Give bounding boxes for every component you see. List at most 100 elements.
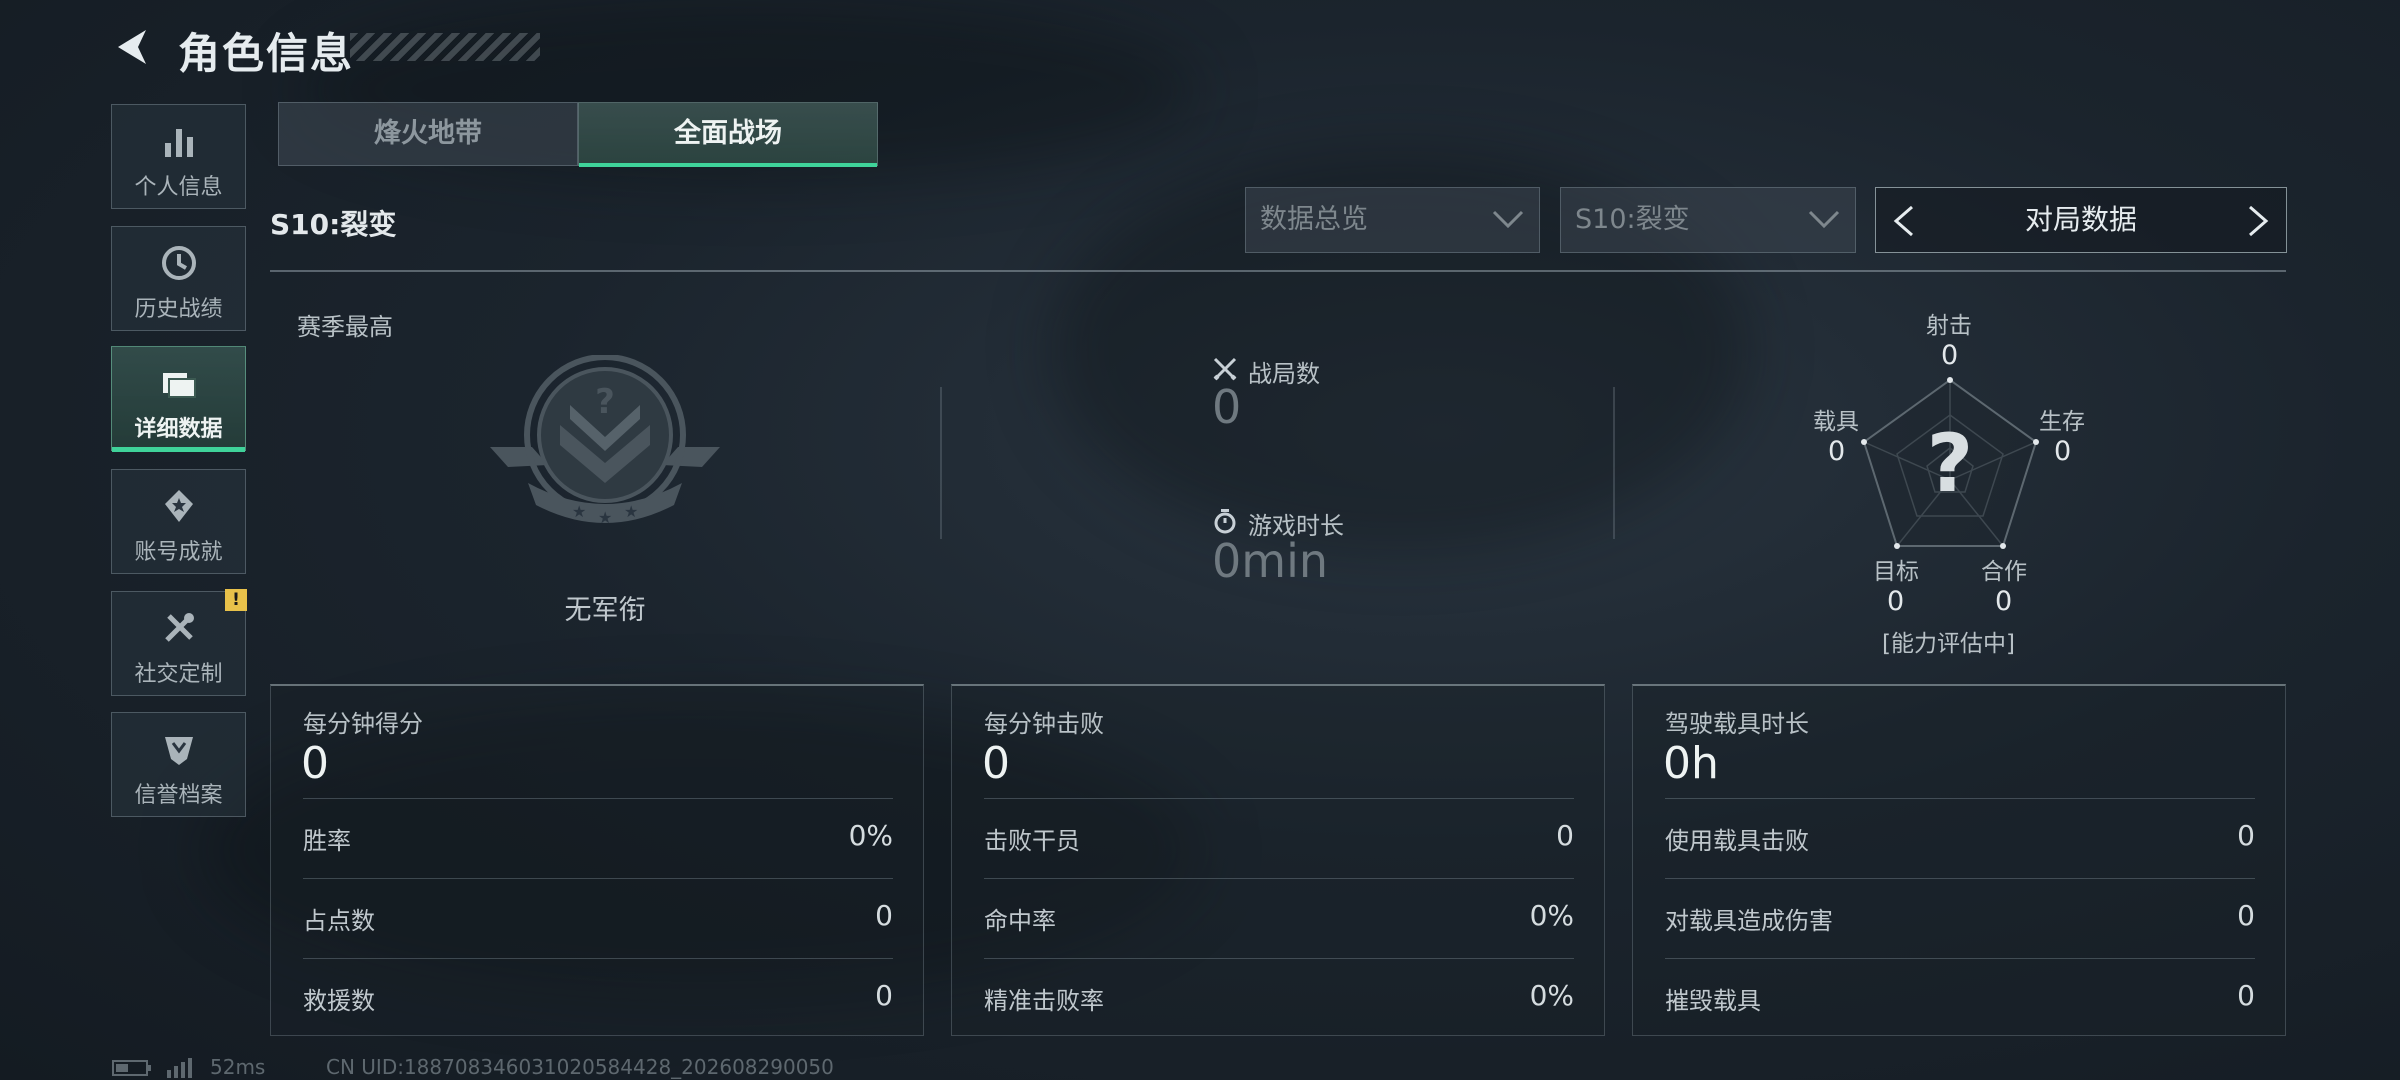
stat-value: 0 (875, 899, 893, 932)
card-value: 0 (982, 738, 1010, 789)
stat-row: 胜率 0% (303, 798, 893, 879)
stat-label: 救援数 (303, 987, 375, 1015)
divider (270, 270, 2286, 272)
playtime-value: 0min (1212, 534, 1329, 588)
sidebar-item-credit-profile[interactable]: 信誉档案 (111, 712, 246, 817)
radar-value-vehicle: 0 (1828, 436, 1846, 467)
sidebar-item-label: 信誉档案 (134, 783, 223, 808)
dropdown-value: 数据总览 (1260, 204, 1368, 235)
kills-card: 每分钟击败 0 击败干员 0 命中率 0% 精准击败率 0% (951, 684, 1605, 1036)
stat-label: 对载具造成伤害 (1665, 907, 1833, 935)
stat-label: 胜率 (303, 827, 351, 855)
ping-value: 52ms (210, 1055, 266, 1079)
card-title: 每分钟击败 (984, 710, 1104, 738)
folders-icon (163, 373, 196, 398)
svg-text:?: ? (595, 382, 615, 422)
radar-unknown-symbol: ? (1926, 417, 1974, 510)
stat-row: 救援数 0 (303, 958, 893, 1039)
stopwatch-icon (1214, 509, 1236, 534)
sidebar-item-history[interactable]: 历史战绩 (111, 226, 246, 331)
battery-icon (112, 1060, 151, 1076)
stat-label: 使用载具击败 (1665, 827, 1809, 855)
stat-label: 占点数 (303, 907, 375, 935)
divider (1613, 387, 1615, 539)
stat-value: 0 (2237, 819, 2255, 852)
chevron-down-icon (1808, 210, 1840, 229)
stat-label: 摧毁载具 (1665, 987, 1761, 1015)
title-decoration (350, 33, 540, 61)
svg-text:★: ★ (598, 508, 612, 527)
stat-label: 击败干员 (984, 827, 1080, 855)
rank-name: 无军衔 (564, 595, 646, 626)
pager-label: 对局数据 (2024, 203, 2137, 236)
season-dropdown[interactable]: S10:裂变 (1560, 187, 1856, 253)
back-arrow-icon[interactable] (110, 24, 156, 70)
stat-value: 0 (875, 979, 893, 1012)
season-high-label: 赛季最高 (297, 313, 393, 341)
stat-row: 击败干员 0 (984, 798, 1574, 879)
card-value: 0 (301, 738, 329, 789)
divider (940, 387, 942, 539)
signal-icon (167, 1058, 192, 1078)
chevron-right-icon[interactable] (2244, 204, 2272, 238)
radar-label-shooting: 射击 (1926, 313, 1972, 339)
stat-row: 命中率 0% (984, 878, 1574, 959)
stat-value: 0 (2237, 979, 2255, 1012)
chevron-down-icon (1492, 210, 1524, 229)
radar-value-objective: 0 (1887, 586, 1905, 617)
matches-value: 0 (1212, 380, 1242, 434)
chevron-left-icon[interactable] (1890, 204, 1918, 238)
radar-value-teamwork: 0 (1995, 586, 2013, 617)
stat-value: 0 (2237, 899, 2255, 932)
season-title: S10:裂变 (270, 208, 397, 241)
stat-value: 0% (848, 819, 893, 852)
radar-label-teamwork: 合作 (1981, 559, 2027, 585)
stat-row: 对载具造成伤害 0 (1665, 878, 2255, 959)
achievement-medal-icon (165, 490, 193, 522)
sidebar-item-label: 详细数据 (134, 417, 223, 442)
crossed-swords-icon (1213, 357, 1237, 381)
sidebar-item-label: 社交定制 (134, 662, 223, 687)
stat-value: 0% (1529, 899, 1574, 932)
card-value: 0h (1663, 738, 1719, 789)
radar-label-objective: 目标 (1873, 559, 1919, 585)
match-data-pager: 对局数据 (1875, 187, 2287, 253)
rank-badge-icon: ? ★ ★ ★ (490, 355, 720, 527)
card-title: 每分钟得分 (303, 710, 423, 738)
overview-dropdown[interactable]: 数据总览 (1245, 187, 1540, 253)
stat-value: 0 (1556, 819, 1574, 852)
vehicle-card: 驾驶载具时长 0h 使用载具击败 0 对载具造成伤害 0 摧毁载具 0 (1632, 684, 2286, 1036)
card-title: 驾驶载具时长 (1665, 710, 1809, 738)
sidebar-item-label: 历史战绩 (134, 297, 223, 322)
notification-badge: ! (225, 589, 247, 611)
sidebar-item-achievements[interactable]: 账号成就 (111, 469, 246, 574)
radar-label-vehicle: 载具 (1813, 409, 1859, 435)
dropdown-value: S10:裂变 (1575, 204, 1690, 235)
matches-label: 战局数 (1248, 360, 1320, 388)
tab-all-out-warfare[interactable]: 全面战场 (578, 102, 878, 167)
credit-shield-icon (165, 737, 193, 765)
stat-row: 使用载具击败 0 (1665, 798, 2255, 879)
page-title: 角色信息 (178, 29, 355, 78)
tab-hazard-zone[interactable]: 烽火地带 (278, 102, 578, 166)
stat-row: 占点数 0 (303, 878, 893, 959)
history-clock-icon (162, 246, 196, 280)
sidebar-item-label: 账号成就 (134, 540, 223, 565)
stat-label: 命中率 (984, 907, 1056, 935)
sidebar-item-detailed-data[interactable]: 详细数据 (111, 346, 246, 452)
stat-row: 精准击败率 0% (984, 958, 1574, 1039)
radar-status: [能力评估中] (1882, 631, 2015, 657)
bar-chart-icon (165, 129, 193, 157)
score-card: 每分钟得分 0 胜率 0% 占点数 0 救援数 0 (270, 684, 924, 1036)
uid-text: CN UID:18870834603102058442​8_2026082900… (326, 1055, 834, 1079)
radar-label-survival: 生存 (2039, 409, 2085, 435)
svg-text:★: ★ (624, 502, 638, 521)
tools-icon (165, 613, 194, 642)
sidebar-item-personal-info[interactable]: 个人信息 (111, 104, 246, 209)
stat-row: 摧毁载具 0 (1665, 958, 2255, 1039)
radar-value-shooting: 0 (1941, 340, 1959, 371)
svg-text:★: ★ (572, 502, 586, 521)
sidebar-item-label: 个人信息 (134, 175, 223, 200)
radar-value-survival: 0 (2054, 436, 2072, 467)
stat-value: 0% (1529, 979, 1574, 1012)
